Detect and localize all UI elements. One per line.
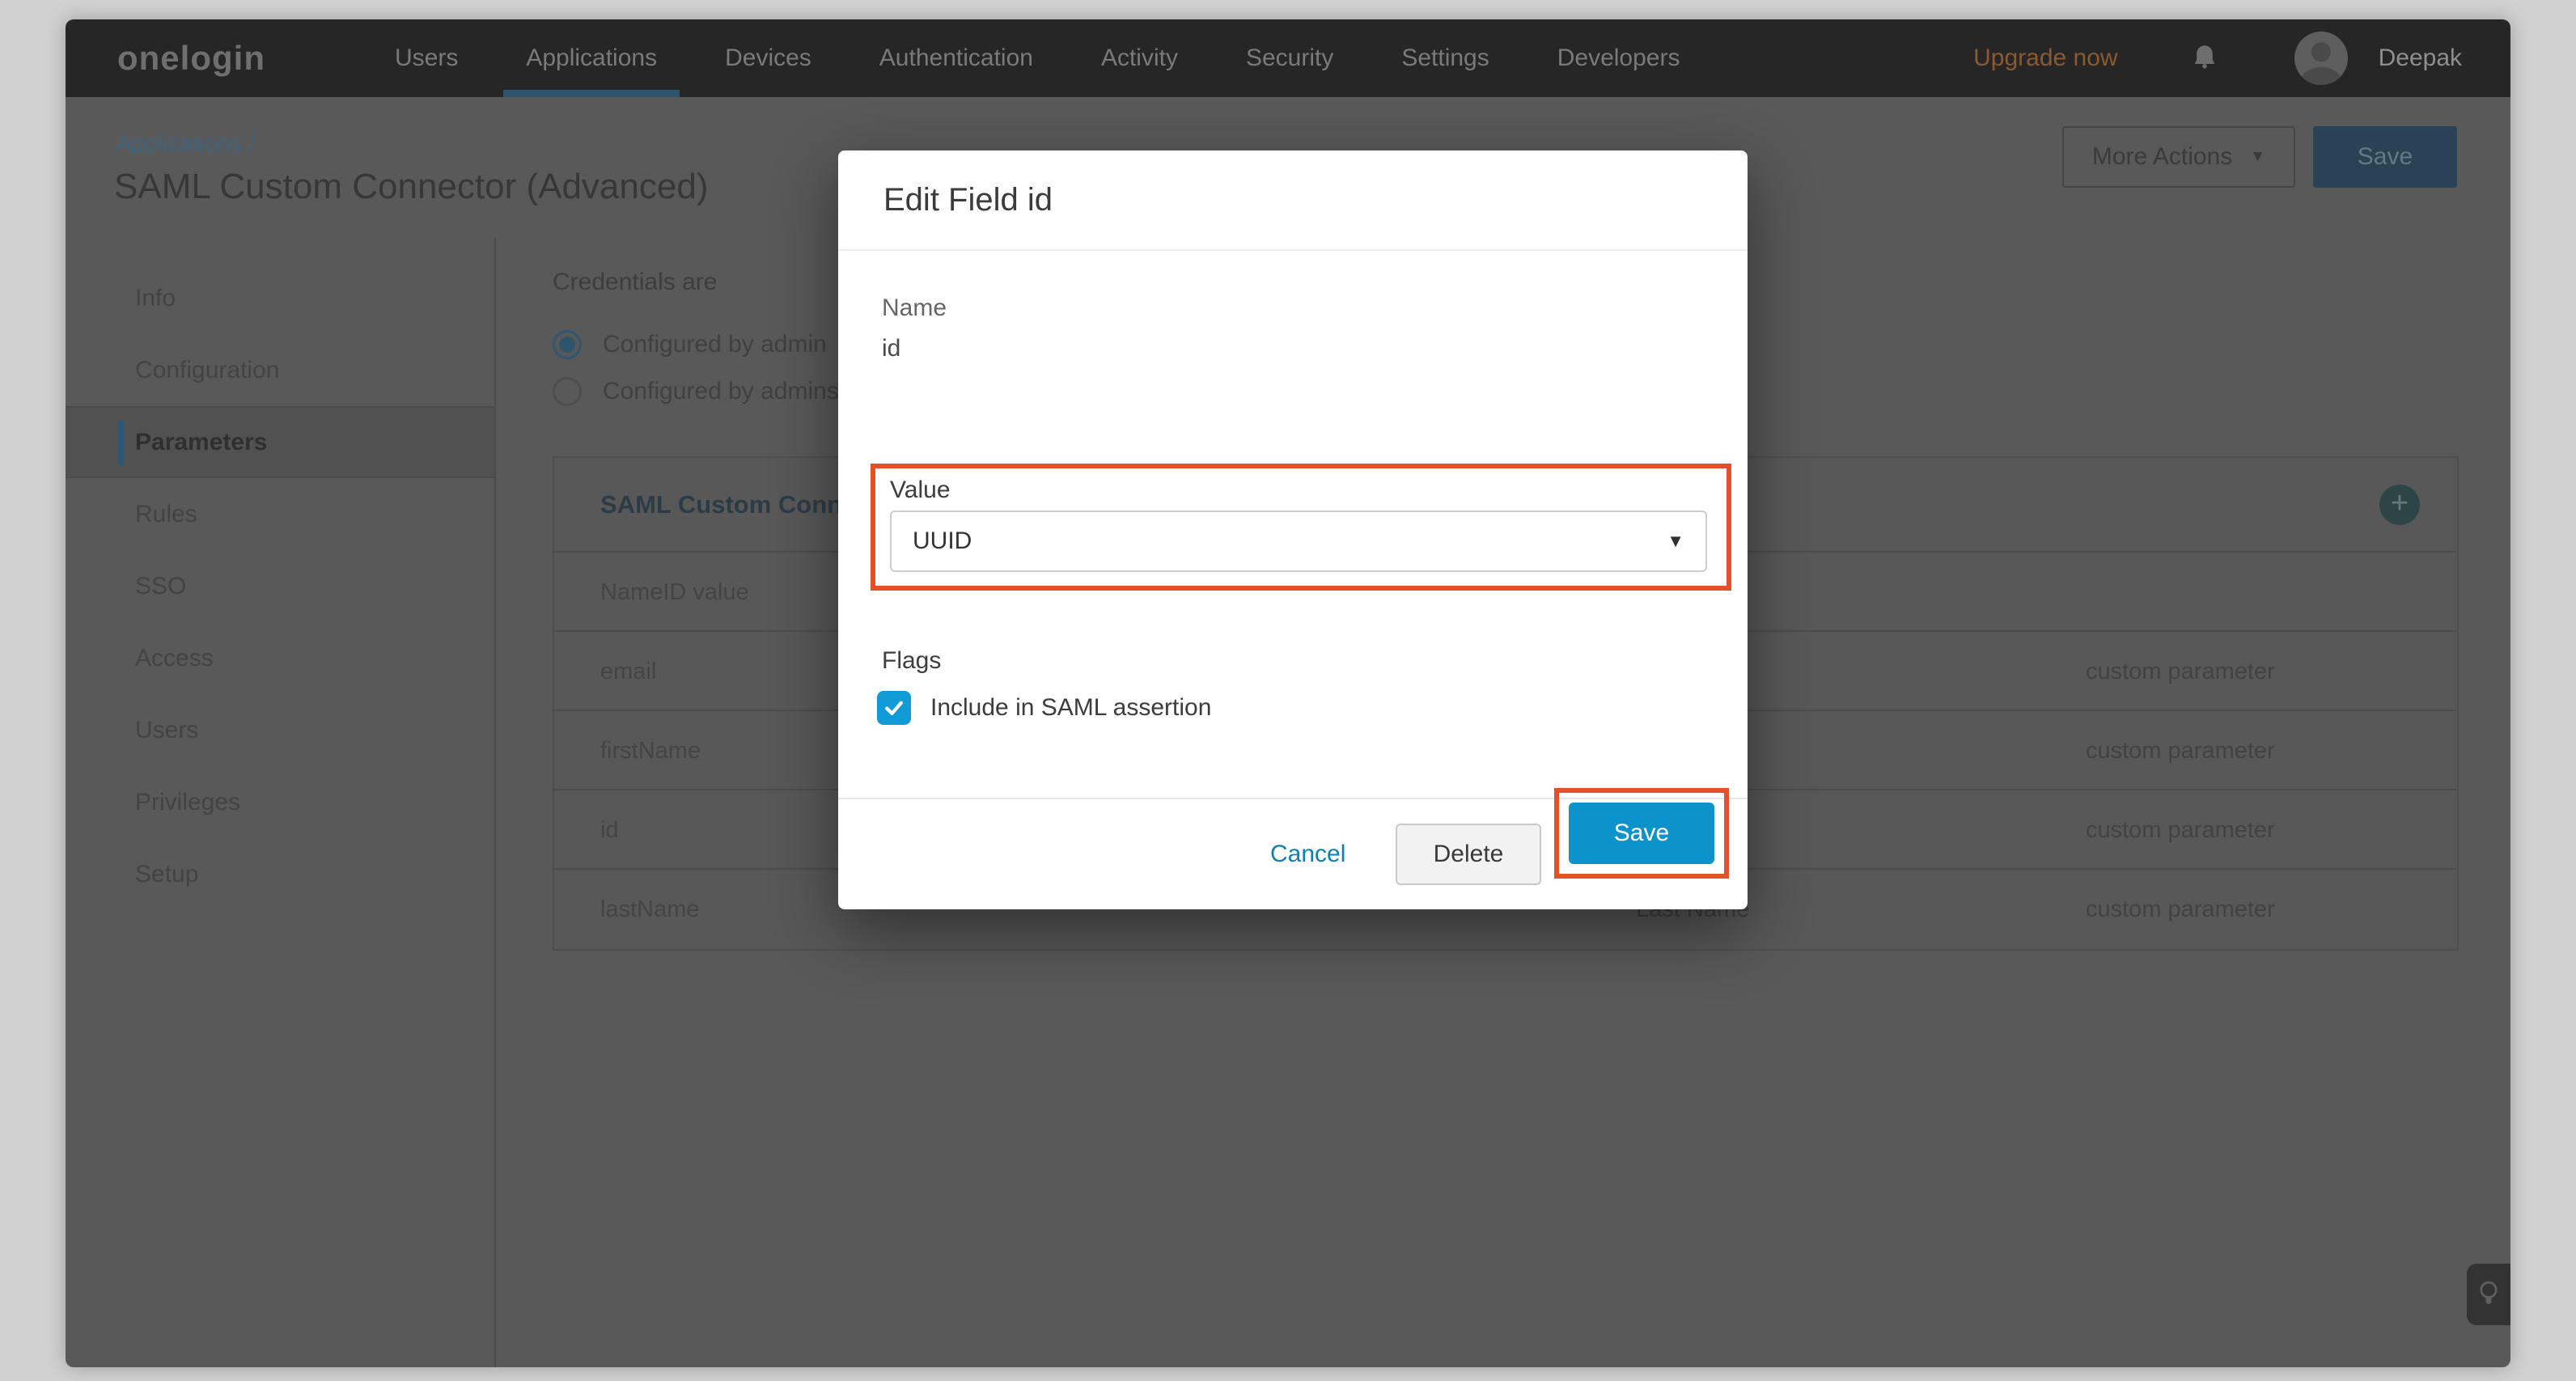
sidebar-item-sso[interactable]: SSO — [66, 550, 494, 622]
flags-label: Flags — [882, 647, 941, 675]
nav-item-settings[interactable]: Settings — [1367, 19, 1523, 97]
row-field: id — [600, 817, 619, 844]
sidebar-item-label: Setup — [135, 861, 198, 888]
nav-item-label: Devices — [725, 44, 811, 72]
nav-menu: Users Applications Devices Authenticatio… — [361, 19, 1714, 97]
nav-item-label: Activity — [1101, 44, 1178, 72]
sidebar-item-label: Rules — [135, 501, 197, 528]
sidebar-item-access[interactable]: Access — [66, 622, 494, 694]
app-sidebar: Info Configuration Parameters Rules SSO … — [66, 238, 496, 1367]
radio-unselected-icon[interactable] — [553, 377, 582, 406]
top-navigation: onelogin Users Applications Devices Auth… — [66, 19, 2510, 97]
radio-label: Configured by admin — [603, 331, 827, 358]
name-label: Name — [882, 294, 947, 322]
nav-item-label: Users — [395, 44, 458, 72]
annotation-box-value: Value UUID ▼ — [871, 464, 1731, 591]
sidebar-item-label: Access — [135, 645, 214, 672]
row-field: lastName — [600, 896, 700, 923]
sidebar-item-label: Users — [135, 717, 198, 744]
row-field: firstName — [600, 738, 701, 765]
name-value: id — [882, 335, 900, 362]
chevron-down-icon: ▼ — [2250, 148, 2265, 166]
sidebar-item-label: Info — [135, 285, 176, 312]
nav-item-label: Applications — [526, 44, 657, 72]
row-param: custom parameter — [2086, 738, 2275, 765]
select-caret-icon: ▼ — [1667, 531, 1684, 552]
header-actions: More Actions ▼ Save — [2062, 126, 2457, 188]
include-saml-row: Include in SAML assertion — [877, 691, 1211, 725]
checkmark-icon — [882, 696, 906, 720]
nav-item-activity[interactable]: Activity — [1067, 19, 1212, 97]
nav-item-security[interactable]: Security — [1212, 19, 1367, 97]
sidebar-item-label: Parameters — [135, 429, 267, 456]
sidebar-item-setup[interactable]: Setup — [66, 838, 494, 910]
user-name: Deepak — [2379, 44, 2462, 72]
sidebar-item-parameters[interactable]: Parameters — [66, 406, 494, 478]
nav-item-applications[interactable]: Applications — [492, 19, 691, 97]
sidebar-item-label: Privileges — [135, 789, 240, 816]
lightbulb-icon — [2475, 1277, 2502, 1312]
row-param: custom parameter — [2086, 659, 2275, 685]
row-param: custom parameter — [2086, 896, 2275, 923]
nav-item-label: Settings — [1401, 44, 1489, 72]
onelogin-logo: onelogin — [117, 39, 265, 78]
value-label: Value — [890, 477, 951, 504]
row-param: custom parameter — [2086, 817, 2275, 844]
active-tab-underline — [503, 90, 680, 97]
modal-footer: Cancel Delete Save — [838, 798, 1748, 909]
radio-selected-icon[interactable] — [553, 330, 582, 359]
nav-item-devices[interactable]: Devices — [691, 19, 845, 97]
sidebar-item-label: Configuration — [135, 357, 279, 384]
sidebar-item-info[interactable]: Info — [66, 262, 494, 334]
help-bulb-button[interactable] — [2467, 1264, 2510, 1325]
upgrade-now-link[interactable]: Upgrade now — [1973, 44, 2117, 72]
include-saml-checkbox[interactable] — [877, 691, 911, 725]
nav-item-authentication[interactable]: Authentication — [845, 19, 1067, 97]
sidebar-item-configuration[interactable]: Configuration — [66, 334, 494, 406]
notifications-bell-icon[interactable] — [2188, 40, 2222, 77]
sidebar-item-label: SSO — [135, 573, 186, 600]
include-saml-label: Include in SAML assertion — [930, 694, 1211, 722]
nav-item-developers[interactable]: Developers — [1523, 19, 1714, 97]
cancel-button[interactable]: Cancel — [1270, 841, 1345, 868]
radio-label: Configured by admins a — [603, 378, 859, 405]
annotation-box-save: Save — [1554, 788, 1729, 879]
app-save-button[interactable]: Save — [2313, 126, 2457, 188]
active-item-bar — [118, 421, 124, 465]
add-parameter-button[interactable]: + — [2379, 485, 2420, 525]
user-avatar[interactable] — [2294, 32, 2348, 85]
nav-item-label: Security — [1246, 44, 1333, 72]
nav-item-label: Developers — [1557, 44, 1680, 72]
more-actions-label: More Actions — [2092, 143, 2232, 171]
nav-item-users[interactable]: Users — [361, 19, 492, 97]
breadcrumb[interactable]: Applications / — [116, 131, 256, 158]
page-title: SAML Custom Connector (Advanced) — [114, 167, 708, 207]
topnav-right-group: Upgrade now Deepak — [1973, 32, 2462, 85]
row-field: NameID value — [600, 579, 749, 606]
value-selected-option: UUID — [913, 527, 972, 555]
person-icon — [2294, 32, 2348, 85]
sidebar-item-users[interactable]: Users — [66, 694, 494, 766]
more-actions-button[interactable]: More Actions ▼ — [2062, 126, 2295, 188]
value-select[interactable]: UUID ▼ — [890, 510, 1707, 572]
sidebar-item-rules[interactable]: Rules — [66, 478, 494, 550]
edit-field-modal: Edit Field id Name id Value UUID ▼ Flags… — [838, 150, 1748, 909]
sidebar-item-privileges[interactable]: Privileges — [66, 766, 494, 838]
nav-item-label: Authentication — [879, 44, 1033, 72]
row-field: email — [600, 659, 656, 685]
modal-title: Edit Field id — [838, 150, 1748, 251]
modal-save-button[interactable]: Save — [1569, 803, 1714, 864]
delete-button[interactable]: Delete — [1396, 824, 1541, 885]
